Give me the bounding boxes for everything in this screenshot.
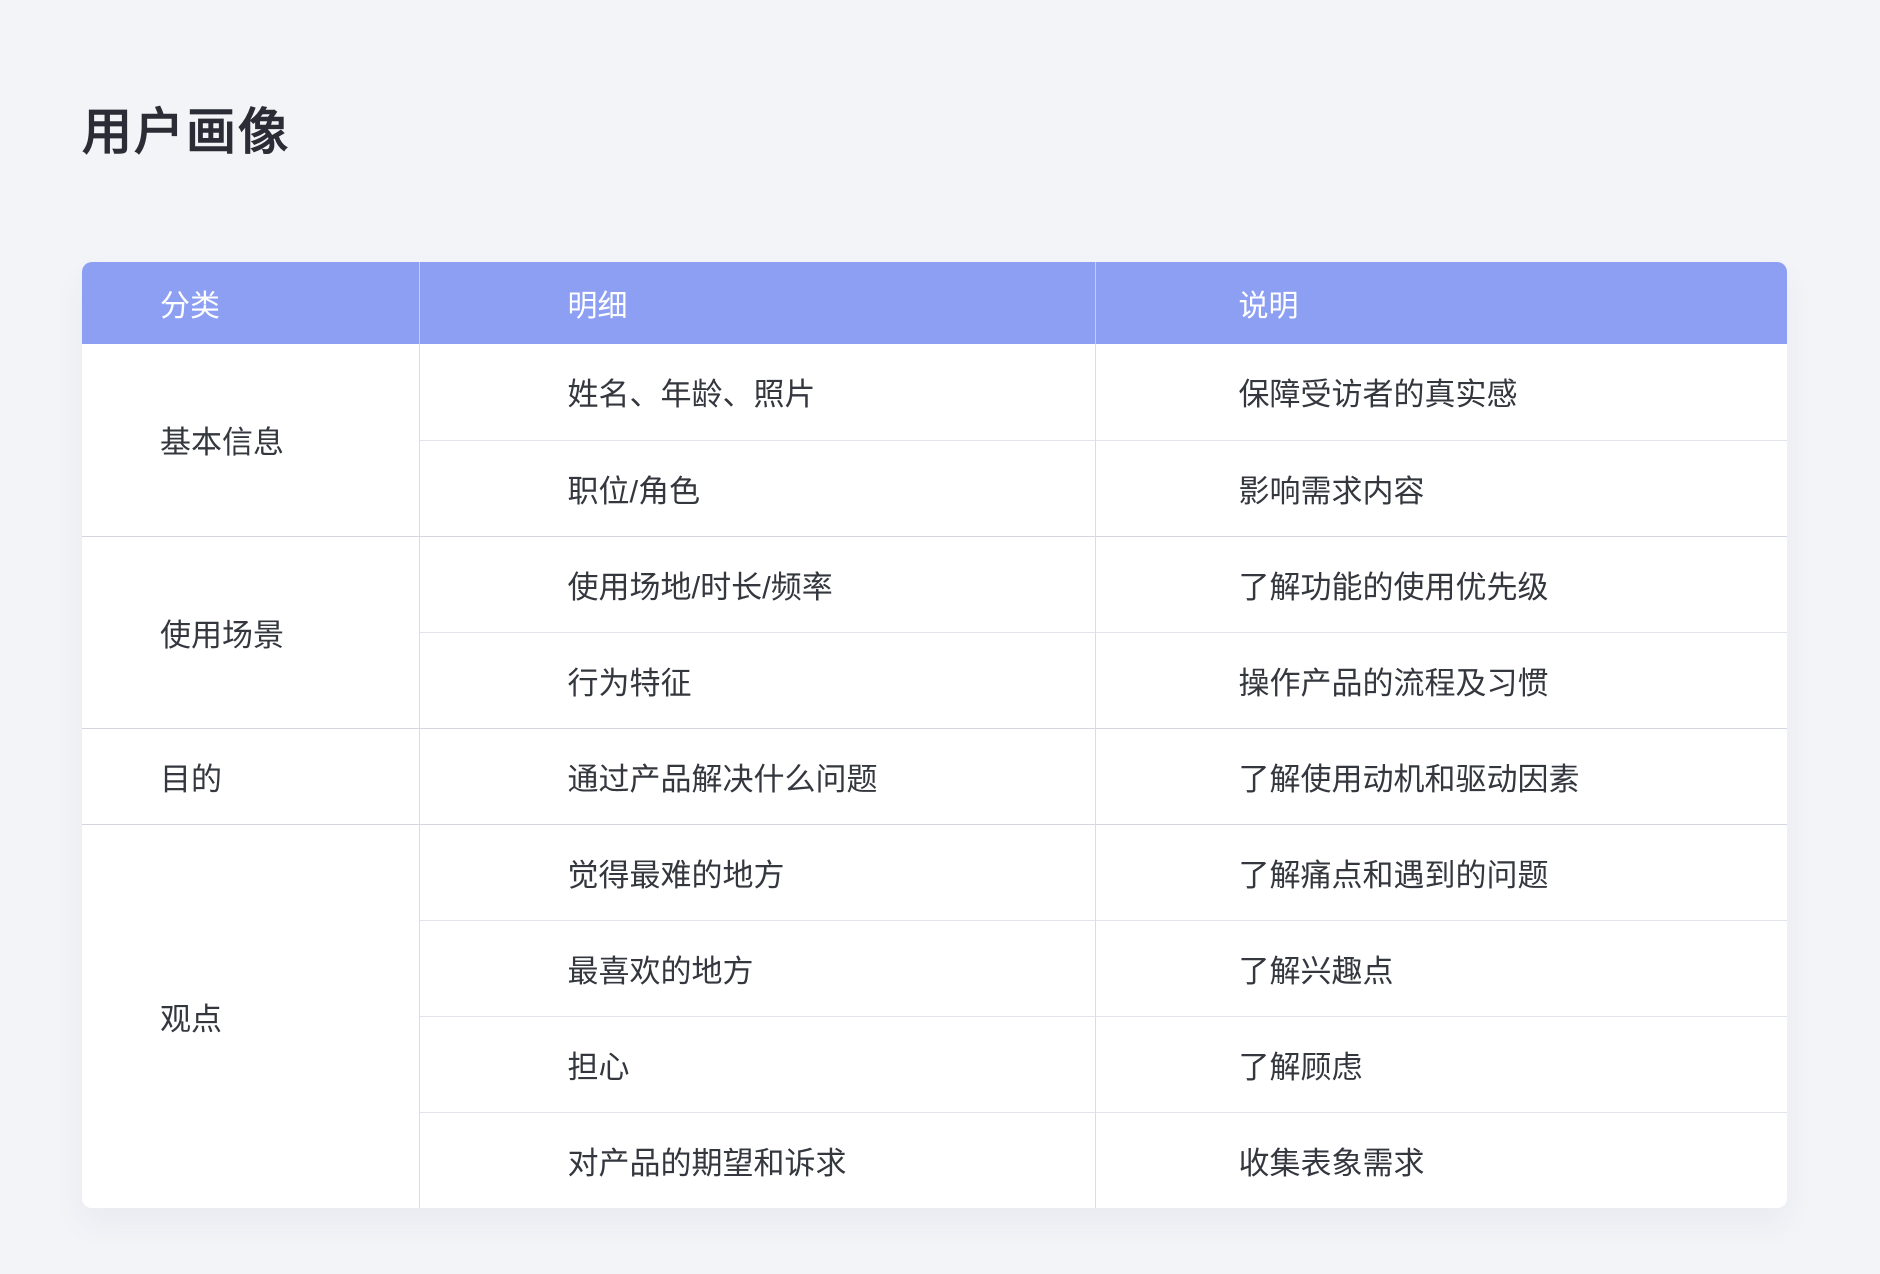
- page-title: 用户画像: [82, 92, 290, 164]
- description-cell: 影响需求内容: [1095, 440, 1787, 536]
- detail-cell: 担心: [419, 1016, 1095, 1112]
- detail-cell: 使用场地/时长/频率: [419, 536, 1095, 632]
- category-cell-basic-info: 基本信息: [82, 344, 419, 536]
- header-cell-detail: 明细: [419, 262, 1095, 344]
- description-cell: 了解功能的使用优先级: [1095, 536, 1787, 632]
- table-header-row: 分类 明细 说明: [82, 262, 1787, 344]
- persona-table: 分类 明细 说明 基本信息 姓名、年龄、照片 保障受访者的真实感 职位/角色 影…: [82, 262, 1787, 1208]
- detail-cell: 对产品的期望和诉求: [419, 1112, 1095, 1208]
- detail-cell: 觉得最难的地方: [419, 824, 1095, 920]
- description-cell: 操作产品的流程及习惯: [1095, 632, 1787, 728]
- table-row: 观点 觉得最难的地方 了解痛点和遇到的问题: [82, 824, 1787, 920]
- description-cell: 了解使用动机和驱动因素: [1095, 728, 1787, 824]
- detail-cell: 职位/角色: [419, 440, 1095, 536]
- description-cell: 了解痛点和遇到的问题: [1095, 824, 1787, 920]
- description-cell: 保障受访者的真实感: [1095, 344, 1787, 440]
- description-cell: 了解兴趣点: [1095, 920, 1787, 1016]
- table-row: 目的 通过产品解决什么问题 了解使用动机和驱动因素: [82, 728, 1787, 824]
- detail-cell: 行为特征: [419, 632, 1095, 728]
- header-cell-description: 说明: [1095, 262, 1787, 344]
- table-row: 基本信息 姓名、年龄、照片 保障受访者的真实感: [82, 344, 1787, 440]
- detail-cell: 姓名、年龄、照片: [419, 344, 1095, 440]
- description-cell: 了解顾虑: [1095, 1016, 1787, 1112]
- header-cell-category: 分类: [82, 262, 419, 344]
- persona-table-card: 分类 明细 说明 基本信息 姓名、年龄、照片 保障受访者的真实感 职位/角色 影…: [82, 262, 1787, 1208]
- category-cell-usage-scenario: 使用场景: [82, 536, 419, 728]
- detail-cell: 通过产品解决什么问题: [419, 728, 1095, 824]
- description-cell: 收集表象需求: [1095, 1112, 1787, 1208]
- category-cell-purpose: 目的: [82, 728, 419, 824]
- table-row: 使用场景 使用场地/时长/频率 了解功能的使用优先级: [82, 536, 1787, 632]
- detail-cell: 最喜欢的地方: [419, 920, 1095, 1016]
- category-cell-viewpoint: 观点: [82, 824, 419, 1208]
